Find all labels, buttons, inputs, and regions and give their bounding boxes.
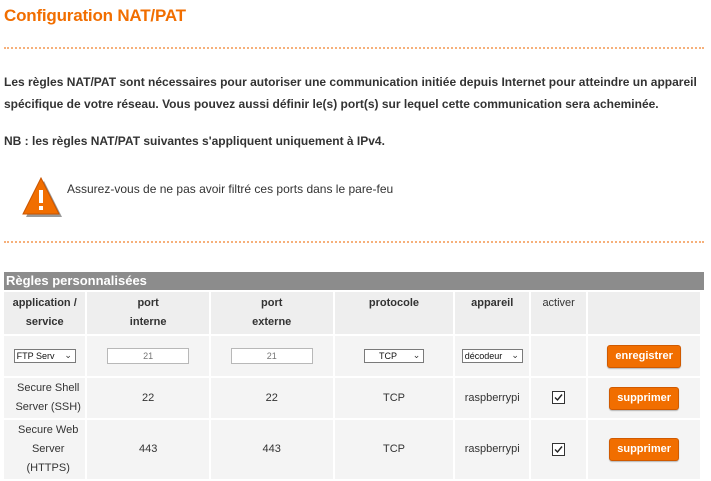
dotted-divider	[4, 241, 704, 243]
table-row: Secure Shell Server (SSH) 22 22 TCP rasp…	[4, 378, 700, 418]
table-title: Règles personnalisées	[4, 272, 704, 290]
header-actions	[588, 292, 700, 334]
rule-internal-port: 443	[87, 420, 209, 479]
header-activate: activer	[531, 292, 587, 334]
rule-activate-cell	[531, 378, 587, 418]
rule-action-cell: supprimer	[588, 420, 700, 479]
new-rule-action-cell: enregistrer	[588, 336, 700, 376]
rule-external-port: 22	[210, 378, 333, 418]
checkmark-icon	[554, 394, 563, 402]
rule-internal-port: 22	[87, 378, 209, 418]
intro-text: Les règles NAT/PAT sont nécessaires pour…	[4, 75, 697, 111]
internal-port-input[interactable]	[107, 347, 190, 364]
dotted-divider	[4, 47, 704, 49]
rule-application: Secure Web Server (HTTPS)	[4, 420, 86, 479]
external-port-input[interactable]	[230, 347, 313, 364]
activate-checkbox[interactable]	[552, 391, 566, 405]
page-title: Configuration NAT/PAT	[4, 6, 186, 25]
warning-icon	[21, 176, 65, 218]
header-external-port: port externe	[210, 292, 333, 334]
new-rule-external-cell	[210, 336, 333, 376]
header-device: appareil	[455, 292, 529, 334]
header-internal-port: port interne	[87, 292, 209, 334]
protocol-select[interactable]: TCP ⌄	[363, 348, 424, 363]
save-button[interactable]: enregistrer	[607, 344, 681, 368]
delete-button[interactable]: supprimer	[609, 438, 680, 461]
table-row: Secure Web Server (HTTPS) 443 443 TCP ra…	[4, 420, 700, 479]
new-rule-protocol-cell: TCP ⌄	[334, 336, 454, 376]
warning-text: Assurez-vous de ne pas avoir filtré ces …	[67, 182, 394, 196]
chevron-down-icon: ⌄	[64, 349, 72, 360]
rule-device: raspberrypi	[455, 378, 529, 418]
delete-button[interactable]: supprimer	[609, 386, 680, 410]
new-rule-application-cell: FTP Serv ⌄	[4, 336, 86, 376]
rule-protocol: TCP	[334, 378, 454, 418]
rule-action-cell: supprimer	[588, 378, 700, 418]
rule-external-port: 443	[210, 420, 333, 479]
new-rule-internal-cell	[87, 336, 209, 376]
activate-checkbox[interactable]	[552, 442, 566, 456]
rule-activate-cell	[531, 420, 587, 479]
new-rule-activate-cell	[531, 336, 587, 376]
header-application: application / service	[4, 292, 86, 334]
rule-application: Secure Shell Server (SSH)	[4, 378, 86, 418]
header-protocol: protocole	[334, 292, 454, 334]
nb-text: NB : les règles NAT/PAT suivantes s'appl…	[4, 134, 385, 148]
chevron-down-icon: ⌄	[412, 349, 421, 360]
rule-device: raspberrypi	[455, 420, 529, 479]
chevron-down-icon: ⌄	[511, 349, 519, 360]
device-select[interactable]: décodeur ⌄	[461, 348, 523, 363]
application-select[interactable]: FTP Serv ⌄	[13, 348, 76, 363]
rule-protocol: TCP	[334, 420, 454, 479]
checkmark-icon	[554, 445, 563, 453]
new-rule-row: FTP Serv ⌄ TCP ⌄ décodeur ⌄ enregistrer	[4, 336, 700, 376]
new-rule-device-cell: décodeur ⌄	[455, 336, 529, 376]
nat-rules-table: application / service port interne port …	[2, 290, 702, 481]
table-header-row: application / service port interne port …	[4, 292, 700, 334]
